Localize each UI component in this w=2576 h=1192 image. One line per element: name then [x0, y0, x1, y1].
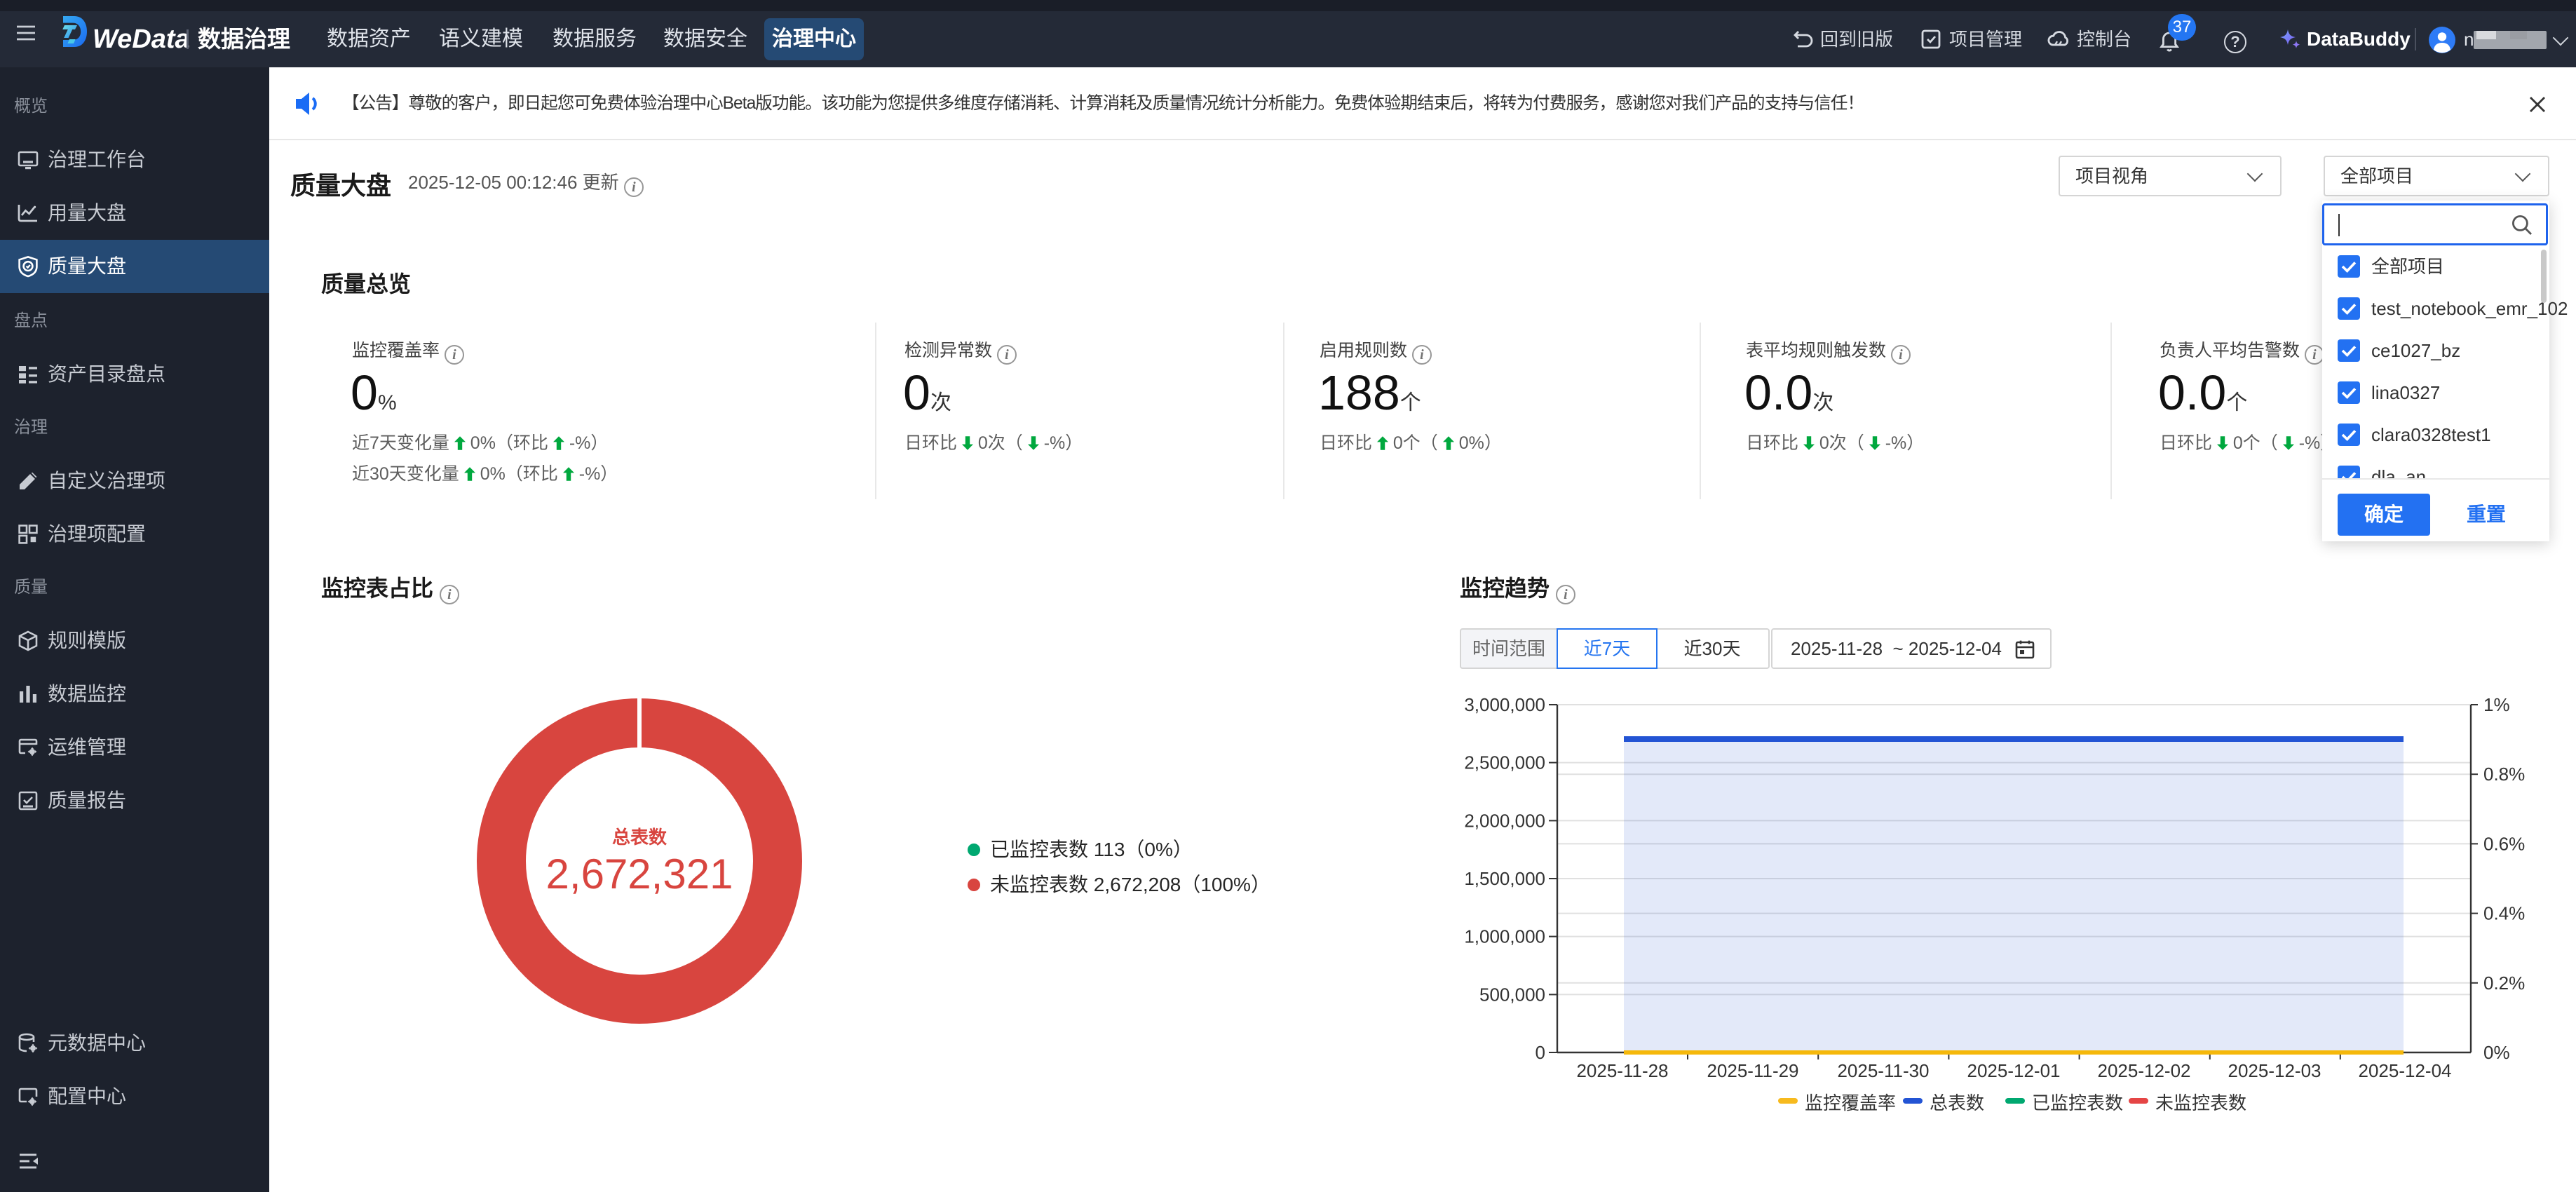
svg-text:0.6%: 0.6%: [2483, 833, 2525, 854]
svg-text:2025-12-04: 2025-12-04: [2359, 1060, 2452, 1081]
svg-text:已监控表数: 已监控表数: [2032, 1092, 2123, 1113]
svg-text:0%: 0%: [2483, 1042, 2510, 1063]
svg-text:总表数: 总表数: [1930, 1092, 1984, 1113]
svg-text:3,000,000: 3,000,000: [1464, 694, 1545, 715]
svg-text:1%: 1%: [2483, 694, 2510, 715]
svg-text:1,000,000: 1,000,000: [1464, 926, 1545, 947]
svg-text:2025-11-30: 2025-11-30: [1837, 1060, 1929, 1081]
svg-text:2025-12-02: 2025-12-02: [2098, 1060, 2191, 1081]
svg-text:2025-11-28: 2025-11-28: [1576, 1060, 1668, 1081]
svg-text:监控覆盖率: 监控覆盖率: [1805, 1092, 1896, 1113]
svg-text:2025-12-03: 2025-12-03: [2228, 1060, 2321, 1081]
svg-text:未监控表数: 未监控表数: [2155, 1092, 2246, 1113]
svg-text:0: 0: [1536, 1042, 1545, 1063]
svg-text:500,000: 500,000: [1479, 984, 1545, 1005]
svg-text:2,000,000: 2,000,000: [1464, 810, 1545, 831]
svg-text:0.4%: 0.4%: [2483, 903, 2525, 924]
svg-text:1,500,000: 1,500,000: [1464, 868, 1545, 889]
svg-text:0.8%: 0.8%: [2483, 764, 2525, 785]
svg-text:2025-12-01: 2025-12-01: [1967, 1060, 2061, 1081]
svg-text:0.2%: 0.2%: [2483, 973, 2525, 994]
svg-text:2,500,000: 2,500,000: [1464, 752, 1545, 773]
svg-text:2025-11-29: 2025-11-29: [1707, 1060, 1798, 1081]
